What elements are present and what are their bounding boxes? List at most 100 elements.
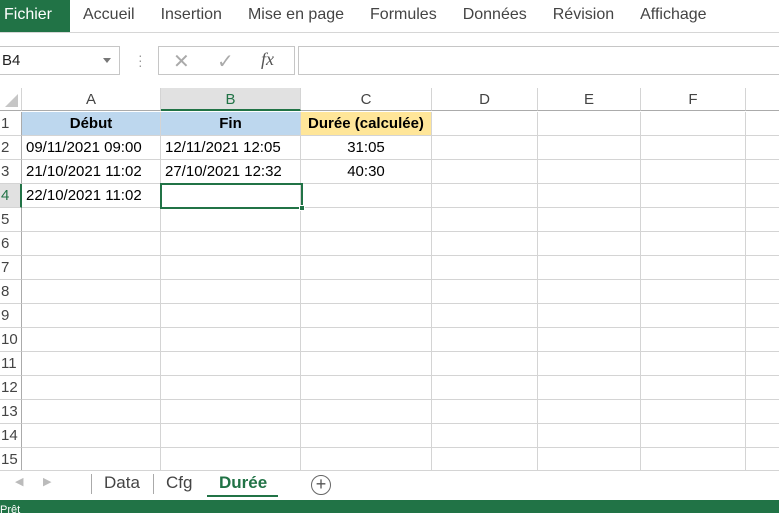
cell-B12[interactable] bbox=[161, 376, 301, 400]
cell-C4[interactable] bbox=[301, 184, 432, 208]
cell-E13[interactable] bbox=[538, 400, 641, 424]
cell-B8[interactable] bbox=[161, 280, 301, 304]
cell-B2[interactable]: 12/11/2021 12:05 bbox=[161, 136, 301, 160]
cell-G10[interactable] bbox=[746, 328, 779, 352]
cell-D2[interactable] bbox=[432, 136, 538, 160]
cell-D1[interactable] bbox=[432, 112, 538, 136]
column-header[interactable]: B bbox=[161, 88, 301, 111]
cell-G4[interactable] bbox=[746, 184, 779, 208]
cell-B1[interactable]: Fin bbox=[161, 112, 301, 136]
cell-E14[interactable] bbox=[538, 424, 641, 448]
cell-D9[interactable] bbox=[432, 304, 538, 328]
cell-G9[interactable] bbox=[746, 304, 779, 328]
column-header[interactable]: F bbox=[641, 88, 746, 111]
cell-A8[interactable] bbox=[22, 280, 161, 304]
cell-F12[interactable] bbox=[641, 376, 746, 400]
scroll-left-icon[interactable]: ◀ bbox=[15, 475, 23, 488]
cell-C13[interactable] bbox=[301, 400, 432, 424]
cell-C7[interactable] bbox=[301, 256, 432, 280]
cell-C12[interactable] bbox=[301, 376, 432, 400]
sheet-tab-cfg[interactable]: Cfg bbox=[154, 471, 204, 497]
cell-F4[interactable] bbox=[641, 184, 746, 208]
cell-F7[interactable] bbox=[641, 256, 746, 280]
row-header[interactable]: 13 bbox=[0, 400, 22, 424]
cell-D15[interactable] bbox=[432, 448, 538, 472]
cell-E7[interactable] bbox=[538, 256, 641, 280]
cell-A7[interactable] bbox=[22, 256, 161, 280]
cell-A4[interactable]: 22/10/2021 11:02 bbox=[22, 184, 161, 208]
cell-F10[interactable] bbox=[641, 328, 746, 352]
row-header[interactable]: 10 bbox=[0, 328, 22, 352]
cell-B14[interactable] bbox=[161, 424, 301, 448]
cell-G11[interactable] bbox=[746, 352, 779, 376]
cancel-icon[interactable]: ✕ bbox=[173, 49, 190, 74]
cell-F1[interactable] bbox=[641, 112, 746, 136]
cell-C15[interactable] bbox=[301, 448, 432, 472]
cell-E8[interactable] bbox=[538, 280, 641, 304]
cell-E3[interactable] bbox=[538, 160, 641, 184]
cell-D14[interactable] bbox=[432, 424, 538, 448]
cell-E11[interactable] bbox=[538, 352, 641, 376]
cell-E2[interactable] bbox=[538, 136, 641, 160]
cell-D4[interactable] bbox=[432, 184, 538, 208]
cell-G14[interactable] bbox=[746, 424, 779, 448]
cell-A15[interactable] bbox=[22, 448, 161, 472]
cell-F11[interactable] bbox=[641, 352, 746, 376]
row-header[interactable]: 7 bbox=[0, 256, 22, 280]
cell-C1[interactable]: Durée (calculée) bbox=[301, 112, 432, 136]
cell-A2[interactable]: 09/11/2021 09:00 bbox=[22, 136, 161, 160]
tab-fichier[interactable]: Fichier bbox=[0, 0, 70, 32]
cell-D10[interactable] bbox=[432, 328, 538, 352]
cell-A10[interactable] bbox=[22, 328, 161, 352]
fx-icon[interactable]: fx bbox=[261, 49, 274, 70]
tab-mise-en-page[interactable]: Mise en page bbox=[235, 0, 357, 32]
row-header[interactable]: 1 bbox=[0, 112, 22, 136]
enter-icon[interactable]: ✓ bbox=[217, 49, 234, 74]
cell-E15[interactable] bbox=[538, 448, 641, 472]
cell-C9[interactable] bbox=[301, 304, 432, 328]
row-header[interactable]: 4 bbox=[0, 184, 22, 208]
cell-D8[interactable] bbox=[432, 280, 538, 304]
row-header[interactable]: 9 bbox=[0, 304, 22, 328]
cell-C11[interactable] bbox=[301, 352, 432, 376]
column-header[interactable] bbox=[746, 88, 779, 111]
cell-D7[interactable] bbox=[432, 256, 538, 280]
cell-F3[interactable] bbox=[641, 160, 746, 184]
column-header[interactable]: D bbox=[432, 88, 538, 111]
cell-E9[interactable] bbox=[538, 304, 641, 328]
cell-C5[interactable] bbox=[301, 208, 432, 232]
cell-C2[interactable]: 31:05 bbox=[301, 136, 432, 160]
cell-D3[interactable] bbox=[432, 160, 538, 184]
chevron-down-icon[interactable] bbox=[103, 58, 111, 63]
cell-B7[interactable] bbox=[161, 256, 301, 280]
drag-handle-icon[interactable]: · · · bbox=[138, 48, 143, 72]
tab-accueil[interactable]: Accueil bbox=[70, 0, 148, 32]
cell-D5[interactable] bbox=[432, 208, 538, 232]
cell-B15[interactable] bbox=[161, 448, 301, 472]
cell-F13[interactable] bbox=[641, 400, 746, 424]
cell-B5[interactable] bbox=[161, 208, 301, 232]
fill-handle[interactable] bbox=[299, 205, 305, 211]
cell-F8[interactable] bbox=[641, 280, 746, 304]
cell-E6[interactable] bbox=[538, 232, 641, 256]
cell-F2[interactable] bbox=[641, 136, 746, 160]
cell-B9[interactable] bbox=[161, 304, 301, 328]
formula-input[interactable] bbox=[298, 46, 779, 75]
column-header[interactable]: E bbox=[538, 88, 641, 111]
cell-C10[interactable] bbox=[301, 328, 432, 352]
row-header[interactable]: 15 bbox=[0, 448, 22, 472]
column-header[interactable]: C bbox=[301, 88, 432, 111]
tab-formules[interactable]: Formules bbox=[357, 0, 450, 32]
cell-C8[interactable] bbox=[301, 280, 432, 304]
column-header[interactable]: A bbox=[22, 88, 161, 111]
tab-revision[interactable]: Révision bbox=[540, 0, 627, 32]
add-sheet-icon[interactable]: + bbox=[311, 475, 331, 495]
row-header[interactable]: 12 bbox=[0, 376, 22, 400]
cell-A3[interactable]: 21/10/2021 11:02 bbox=[22, 160, 161, 184]
row-header[interactable]: 14 bbox=[0, 424, 22, 448]
cell-G3[interactable] bbox=[746, 160, 779, 184]
scroll-right-icon[interactable]: ▶ bbox=[43, 475, 51, 488]
cell-D11[interactable] bbox=[432, 352, 538, 376]
cell-G2[interactable] bbox=[746, 136, 779, 160]
cell-A9[interactable] bbox=[22, 304, 161, 328]
